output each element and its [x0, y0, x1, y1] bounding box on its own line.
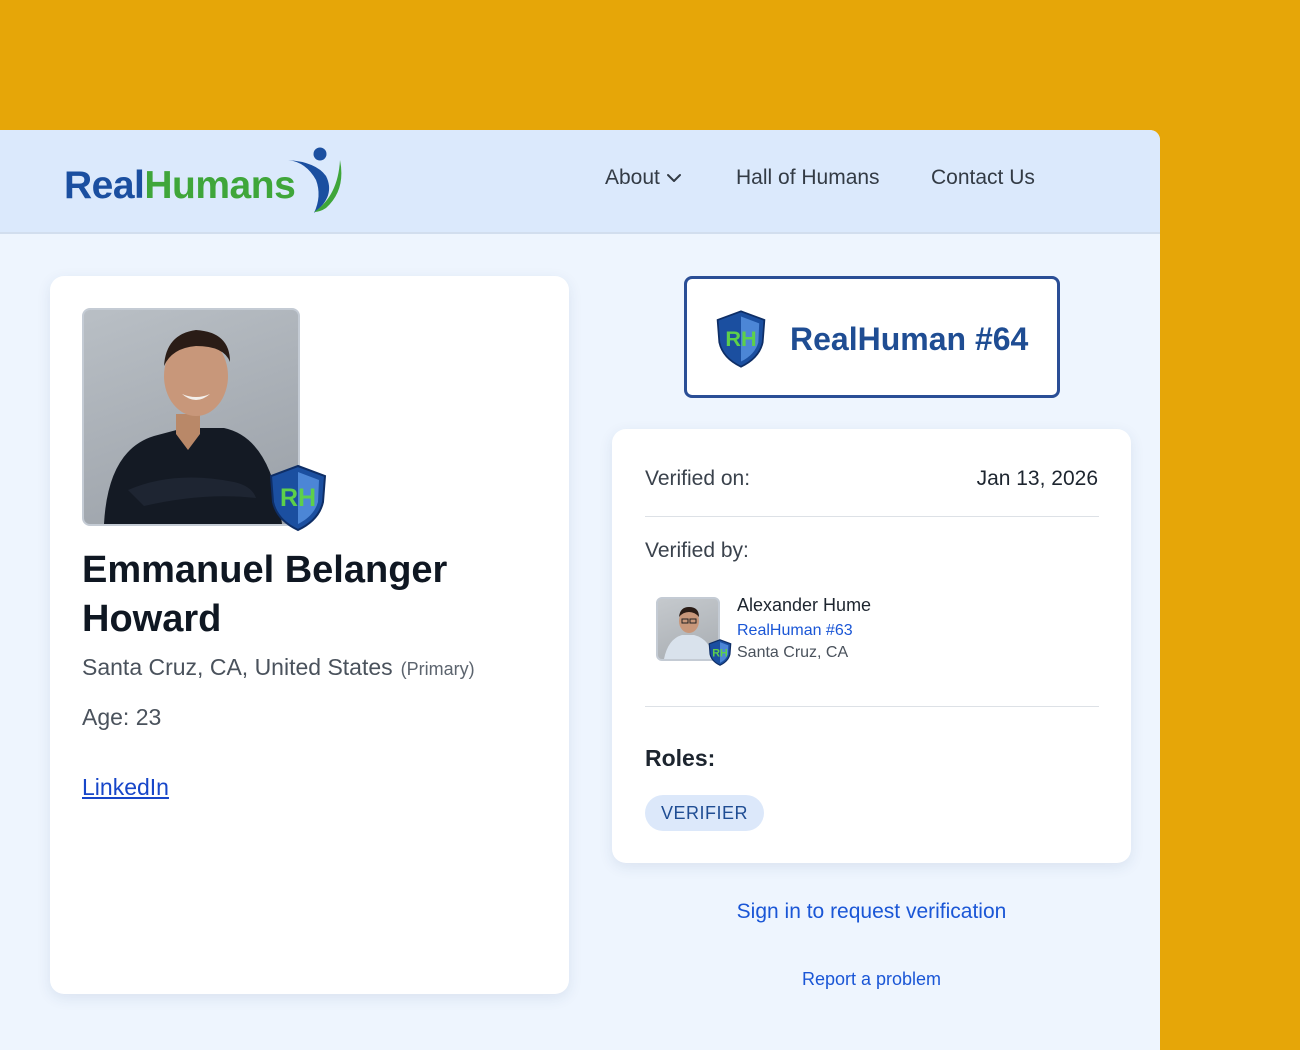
navbar: RealHumans About Hall of Humans Contact … [0, 130, 1160, 234]
person-silhouette-icon [104, 330, 282, 524]
verification-card: Verified on: Jan 13, 2026 Verified by: R… [612, 429, 1131, 863]
chevron-down-icon [666, 174, 681, 183]
nav-about-label: About [605, 166, 660, 189]
browser-window: RealHumans About Hall of Humans Contact … [0, 130, 1160, 1050]
person-name: Emmanuel Belanger Howard [82, 549, 448, 640]
verifier-name: Alexander Hume [737, 595, 872, 615]
linkedin-link[interactable]: LinkedIn [82, 774, 169, 801]
verified-by-label: Verified by: [645, 539, 749, 562]
primary-tag: (Primary) [400, 659, 475, 679]
person-age: Age: 23 [82, 704, 162, 730]
person-location: Santa Cruz, CA, United States (Primary) [82, 654, 475, 681]
rh-shield-badge-icon: RH [269, 464, 327, 532]
nav-contact-us[interactable]: Contact Us [931, 166, 1035, 190]
nav-about[interactable]: About [605, 166, 682, 190]
sign-in-request-link[interactable]: Sign in to request verification [612, 900, 1131, 924]
logo-wordmark: RealHumans [64, 164, 296, 208]
rh-shield-icon: RH [716, 310, 766, 368]
nav-hall-of-humans[interactable]: Hall of Humans [736, 166, 880, 190]
role-badge-verifier: VERIFIER [645, 795, 765, 831]
logo-word-humans: Humans [144, 164, 296, 207]
badge-text: RH [280, 484, 316, 512]
report-problem-link[interactable]: Report a problem [612, 969, 1131, 990]
verifier-id-link[interactable]: RealHuman #63 [737, 622, 853, 640]
location-text: Santa Cruz, CA, United States [82, 654, 393, 680]
realhuman-id-label: RealHuman #64 [790, 321, 1029, 357]
realhumans-logo[interactable]: RealHumans [64, 146, 354, 216]
rh-shield-badge-icon: RH [708, 639, 732, 666]
badge-text: RH [725, 326, 756, 351]
logo-word-real: Real [64, 164, 145, 207]
divider [645, 706, 1099, 707]
profile-card: RH Emmanuel Belanger Howard Santa Cruz, … [50, 276, 569, 994]
badge-text: RH [712, 647, 728, 659]
roles-label: Roles: [645, 745, 716, 771]
realhuman-id-badge: RH RealHuman #64 [684, 276, 1060, 398]
divider [645, 516, 1099, 517]
verified-on-value: Jan 13, 2026 [976, 467, 1098, 490]
verified-on-label: Verified on: [645, 467, 751, 490]
logo-figure-icon [288, 147, 342, 213]
verifier-location: Santa Cruz, CA [737, 644, 849, 661]
